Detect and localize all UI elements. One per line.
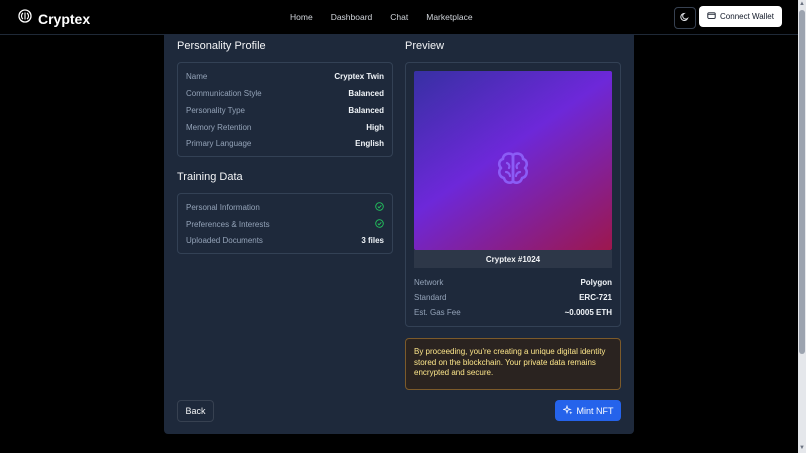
nav-marketplace[interactable]: Marketplace	[426, 12, 472, 22]
profile-label: Personality Type	[186, 106, 245, 115]
training-value: 3 files	[361, 236, 384, 245]
profile-value: Balanced	[348, 89, 384, 98]
preview-row-gas-fee: Est. Gas Fee ~0.0005 ETH	[414, 308, 612, 317]
back-button[interactable]: Back	[177, 400, 214, 422]
training-label: Preferences & Interests	[186, 220, 270, 229]
preview-row-network: Network Polygon	[414, 278, 612, 287]
nft-image	[414, 71, 612, 250]
blockchain-notice: By proceeding, you're creating a unique …	[405, 338, 621, 390]
profile-row-name: Name Cryptex Twin	[186, 72, 384, 81]
training-row-preferences: Preferences & Interests	[186, 219, 384, 230]
preview-label: Standard	[414, 293, 447, 302]
personality-profile-box: Name Cryptex Twin Communication Style Ba…	[177, 62, 393, 157]
wallet-icon	[707, 11, 716, 22]
training-data-title: Training Data	[177, 171, 243, 183]
training-row-personal-info: Personal Information	[186, 202, 384, 213]
scrollbar-thumb[interactable]	[799, 10, 805, 354]
top-header: Cryptex Home Dashboard Chat Marketplace …	[0, 0, 798, 35]
nft-name: Cryptex #1024	[414, 250, 612, 268]
scroll-down-arrow-icon[interactable]: ▼	[799, 445, 805, 451]
nft-preview-box: Cryptex #1024 Network Polygon Standard E…	[405, 62, 621, 327]
profile-row-memory-retention: Memory Retention High	[186, 123, 384, 132]
profile-value: Cryptex Twin	[334, 72, 384, 81]
training-label: Uploaded Documents	[186, 236, 263, 245]
preview-label: Network	[414, 278, 444, 287]
page-scrollbar[interactable]: ▲ ▼	[798, 0, 806, 453]
profile-label: Memory Retention	[186, 123, 252, 132]
profile-label: Communication Style	[186, 89, 262, 98]
preview-title: Preview	[405, 40, 445, 52]
training-label: Personal Information	[186, 203, 260, 212]
profile-value: High	[366, 123, 384, 132]
preview-value: Polygon	[580, 278, 612, 287]
nav-dashboard[interactable]: Dashboard	[331, 12, 373, 22]
brain-icon	[493, 149, 533, 194]
theme-toggle-button[interactable]	[674, 7, 696, 29]
training-data-box: Personal Information Preferences & Inter…	[177, 193, 393, 254]
profile-label: Primary Language	[186, 139, 252, 148]
profile-label: Name	[186, 72, 208, 81]
preview-row-standard: Standard ERC-721	[414, 293, 612, 302]
check-circle-icon	[375, 202, 384, 213]
profile-row-primary-language: Primary Language English	[186, 139, 384, 148]
check-circle-icon	[375, 219, 384, 230]
moon-icon	[680, 9, 690, 27]
profile-value: Balanced	[348, 106, 384, 115]
nav-chat[interactable]: Chat	[390, 12, 408, 22]
brand-name: Cryptex	[38, 10, 91, 27]
mint-review-card: Personality Profile Name Cryptex Twin Co…	[164, 34, 634, 434]
main-nav: Home Dashboard Chat Marketplace	[290, 12, 491, 22]
profile-value: English	[355, 139, 384, 148]
training-row-uploaded-documents: Uploaded Documents 3 files	[186, 236, 384, 245]
personality-profile-title: Personality Profile	[177, 40, 266, 52]
brand-logo[interactable]: Cryptex	[18, 9, 90, 28]
profile-row-communication-style: Communication Style Balanced	[186, 89, 384, 98]
mint-nft-label: Mint NFT	[576, 405, 614, 416]
preview-label: Est. Gas Fee	[414, 308, 461, 317]
scroll-up-arrow-icon[interactable]: ▲	[799, 1, 805, 7]
connect-wallet-button[interactable]: Connect Wallet	[699, 6, 782, 27]
nav-home[interactable]: Home	[290, 12, 313, 22]
preview-value: ~0.0005 ETH	[564, 308, 612, 317]
logo-icon	[18, 9, 32, 28]
connect-wallet-label: Connect Wallet	[720, 12, 774, 21]
mint-nft-button[interactable]: Mint NFT	[555, 400, 621, 421]
preview-value: ERC-721	[579, 293, 612, 302]
profile-row-personality-type: Personality Type Balanced	[186, 106, 384, 115]
sparkles-icon	[561, 404, 573, 417]
